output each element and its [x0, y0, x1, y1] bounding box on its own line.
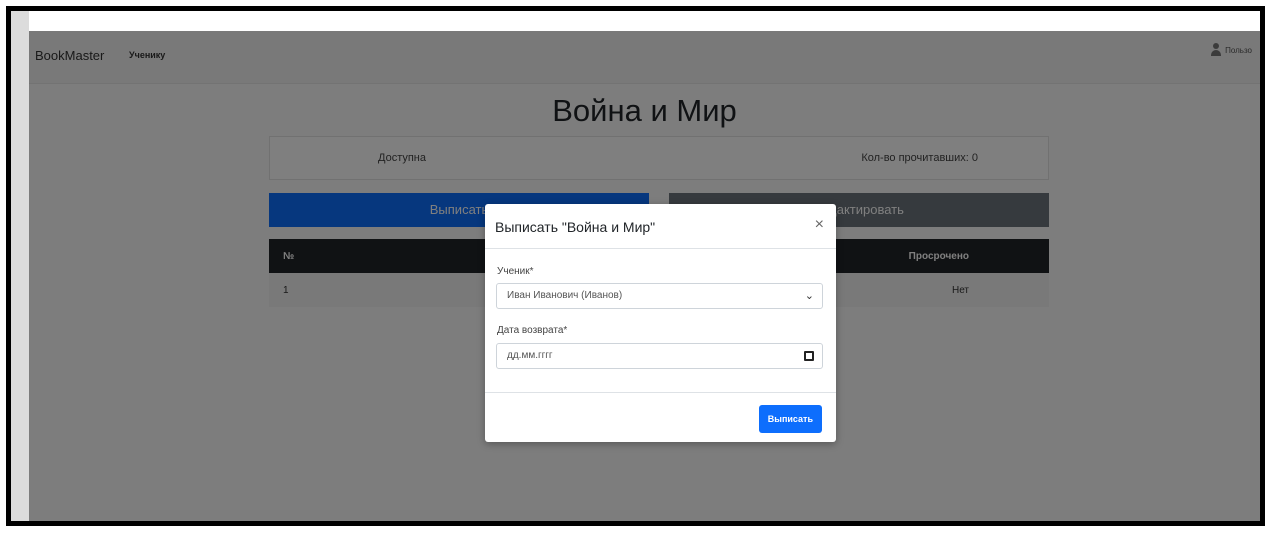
checkout-modal: Выписать "Война и Мир" × Ученик* Иван Ив…: [485, 204, 836, 442]
close-icon[interactable]: ×: [815, 216, 824, 234]
return-date-label: Дата возврата*: [497, 325, 568, 336]
modal-footer: Выписать: [485, 392, 836, 443]
modal-header: Выписать "Война и Мир" ×: [485, 204, 836, 249]
screenshot-frame: BookMaster Ученику Пользо Война и Мир До…: [6, 6, 1265, 526]
return-date-input[interactable]: дд.мм.гггг: [496, 343, 823, 369]
left-gutter: [11, 11, 29, 521]
student-select-value: Иван Иванович (Иванов): [507, 290, 623, 301]
student-label: Ученик*: [497, 266, 534, 277]
student-select[interactable]: Иван Иванович (Иванов) ⌄: [496, 283, 823, 309]
chevron-down-icon: ⌄: [804, 290, 814, 302]
calendar-icon[interactable]: [804, 351, 814, 361]
page: BookMaster Ученику Пользо Война и Мир До…: [29, 31, 1260, 521]
date-placeholder: дд.мм.гггг: [507, 350, 553, 361]
modal-checkout-button[interactable]: Выписать: [758, 405, 822, 433]
modal-title: Выписать "Война и Мир": [495, 219, 656, 235]
